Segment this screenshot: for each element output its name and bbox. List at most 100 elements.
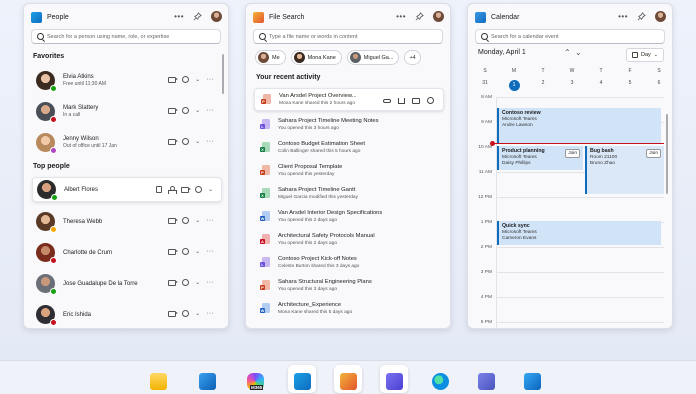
file-row[interactable]: L Sahara Project Timeline Meeting Notes Y… bbox=[254, 117, 444, 132]
pin-icon[interactable] bbox=[637, 12, 646, 21]
more-options-icon[interactable]: ••• bbox=[396, 12, 406, 21]
calendar-search-box[interactable] bbox=[475, 29, 665, 44]
chevron-down-icon[interactable]: ⌄ bbox=[195, 218, 200, 224]
taskbar-copilot-m365[interactable]: M365 bbox=[241, 365, 269, 393]
taskbar-calendar[interactable] bbox=[380, 365, 408, 393]
chevron-down-icon[interactable]: ⌄ bbox=[195, 108, 200, 114]
date-cell[interactable]: 6 bbox=[652, 80, 666, 91]
pin-icon[interactable] bbox=[193, 12, 202, 21]
people-search-box[interactable] bbox=[31, 29, 221, 44]
file-row[interactable]: W Van Arsdel Interior Design Specificati… bbox=[254, 209, 444, 224]
taskbar-file-search[interactable] bbox=[334, 365, 362, 393]
date-cell[interactable]: 2 bbox=[536, 80, 550, 91]
chat-icon[interactable] bbox=[182, 138, 190, 145]
chevron-down-icon[interactable]: ⌄ bbox=[195, 77, 200, 83]
people-search-input[interactable] bbox=[47, 33, 217, 40]
chevron-down-icon[interactable]: ⌄ bbox=[195, 280, 200, 286]
file-row[interactable]: P Van Arsdel Project Overview... Mona Kan… bbox=[254, 88, 444, 111]
person-row-mark-slattery[interactable]: Mark Slattery In a call ⌄ ··· bbox=[32, 99, 222, 124]
more-icon[interactable]: ··· bbox=[206, 138, 214, 145]
file-row[interactable]: A Architectural Safety Protocols Manual Y… bbox=[254, 232, 444, 247]
video-call-icon[interactable] bbox=[168, 138, 179, 145]
date-cell[interactable]: 31 bbox=[478, 80, 492, 91]
video-call-icon[interactable] bbox=[168, 310, 179, 317]
calendar-event[interactable]: Quick sync Microsoft Teams Cameron Evans bbox=[497, 221, 661, 245]
more-icon[interactable]: ··· bbox=[206, 248, 214, 255]
chip-mona-kane[interactable]: Mona Kane bbox=[290, 50, 342, 65]
taskbar-microsoft-store[interactable] bbox=[193, 365, 221, 393]
view-selector[interactable]: Day ⌄ bbox=[626, 48, 664, 62]
chevron-down-icon[interactable]: ⌄ bbox=[575, 48, 582, 57]
person-row-albert-flores[interactable]: Albert Flores ⌄ bbox=[32, 177, 222, 202]
file-row[interactable]: X Contoso Budget Estimation Sheet Colin B… bbox=[254, 140, 444, 155]
person-row-jose-guadalupe-de-la-torre[interactable]: Jose Guadalupe De la Torre ⌄ ··· bbox=[32, 271, 222, 296]
calendar-event[interactable]: Product planning Microsoft Teams Daisy P… bbox=[497, 146, 583, 170]
open-in-browser-icon[interactable] bbox=[427, 97, 434, 104]
chip-me[interactable]: Me bbox=[255, 50, 286, 65]
video-call-icon[interactable] bbox=[168, 217, 179, 224]
chevron-down-icon[interactable]: ⌄ bbox=[195, 311, 200, 317]
taskbar-outlook[interactable] bbox=[518, 365, 546, 393]
open-folder-icon[interactable] bbox=[412, 97, 420, 104]
file-row[interactable]: W Architecture_Experience Mona Kane share… bbox=[254, 301, 444, 316]
video-call-icon[interactable] bbox=[168, 248, 179, 255]
chat-icon[interactable] bbox=[182, 310, 190, 317]
calendar-search-input[interactable] bbox=[491, 33, 661, 40]
file-search-box[interactable] bbox=[253, 29, 443, 44]
file-row[interactable]: X Sahara Project Timeline Gantt Miguel Ga… bbox=[254, 186, 444, 201]
person-row-elvia-atkins[interactable]: Elvia Atkins Free until 11:30 AM ⌄ ··· bbox=[32, 68, 222, 93]
chevron-down-icon[interactable]: ⌄ bbox=[195, 139, 200, 145]
date-cell-today[interactable]: 1 bbox=[507, 80, 521, 91]
chat-icon[interactable] bbox=[182, 279, 190, 286]
video-call-icon[interactable] bbox=[168, 76, 179, 83]
person-row-eric-ishida[interactable]: Eric Ishida ⌄ ··· bbox=[32, 302, 222, 327]
more-icon[interactable]: ··· bbox=[206, 217, 214, 224]
video-call-icon[interactable] bbox=[168, 107, 179, 114]
date-cell[interactable]: 4 bbox=[594, 80, 608, 91]
person-row-jenny-wilson[interactable]: Jenny Wilson Out of office until 17 Jan ⌄… bbox=[32, 130, 222, 155]
copy-link-icon[interactable] bbox=[383, 98, 391, 103]
date-cell[interactable]: 5 bbox=[623, 80, 637, 91]
chat-icon[interactable] bbox=[182, 217, 190, 224]
taskbar-edge[interactable] bbox=[426, 365, 454, 393]
file-row[interactable]: P Client Proposal Template You opened thi… bbox=[254, 163, 444, 178]
share-icon[interactable] bbox=[398, 97, 405, 104]
account-avatar[interactable] bbox=[655, 11, 666, 22]
chat-icon[interactable] bbox=[182, 248, 190, 255]
chat-icon[interactable] bbox=[182, 76, 190, 83]
chip-more-people[interactable]: +4 bbox=[404, 50, 421, 65]
document-icon[interactable] bbox=[155, 186, 162, 193]
calendar-event[interactable]: Contoso review Microsoft Teams Andre Law… bbox=[497, 108, 661, 144]
chip-miguel-garcia[interactable]: Miguel Ga... bbox=[346, 50, 400, 65]
file-row[interactable]: P Sahara Structural Engineering Plans You… bbox=[254, 278, 444, 293]
day-grid[interactable]: 8 AM 9 AM 10 AM 11 AM 12 PM 1 PM 2 PM 3 … bbox=[478, 95, 664, 328]
more-options-icon[interactable]: ••• bbox=[174, 12, 184, 21]
chevron-down-icon[interactable]: ⌄ bbox=[195, 249, 200, 255]
taskbar-teams[interactable] bbox=[472, 365, 500, 393]
video-call-icon[interactable] bbox=[168, 279, 179, 286]
more-icon[interactable]: ··· bbox=[206, 279, 214, 286]
account-avatar[interactable] bbox=[211, 11, 222, 22]
join-button[interactable]: Join bbox=[565, 149, 580, 158]
more-icon[interactable]: ··· bbox=[206, 107, 214, 114]
calendar-scrollbar[interactable] bbox=[666, 114, 668, 194]
pin-icon[interactable] bbox=[415, 12, 424, 21]
chat-icon[interactable] bbox=[194, 186, 202, 193]
file-search-input[interactable] bbox=[269, 33, 439, 40]
account-avatar[interactable] bbox=[433, 11, 444, 22]
date-cell[interactable]: 3 bbox=[565, 80, 579, 91]
chat-icon[interactable] bbox=[182, 107, 190, 114]
people-scrollbar[interactable] bbox=[222, 54, 224, 94]
file-row[interactable]: L Contoso Project Kick-off Notes Celeste … bbox=[254, 255, 444, 270]
chevron-down-icon[interactable]: ⌄ bbox=[208, 187, 213, 193]
more-icon[interactable]: ··· bbox=[206, 310, 214, 317]
join-button[interactable]: Join bbox=[646, 149, 661, 158]
person-row-theresa-webb[interactable]: Theresa Webb ⌄ ··· bbox=[32, 209, 222, 234]
person-row-charlotte-de-crum[interactable]: Charlotte de Crum ⌄ ··· bbox=[32, 240, 222, 265]
video-call-icon[interactable] bbox=[180, 186, 191, 193]
calendar-event[interactable]: Bug bash Room 21100 Bruno Zhao Join bbox=[585, 146, 664, 194]
more-icon[interactable]: ··· bbox=[206, 76, 214, 83]
org-chart-icon[interactable] bbox=[167, 186, 177, 194]
taskbar-file-explorer[interactable] bbox=[144, 365, 172, 393]
chevron-up-icon[interactable]: ⌃ bbox=[564, 48, 571, 57]
